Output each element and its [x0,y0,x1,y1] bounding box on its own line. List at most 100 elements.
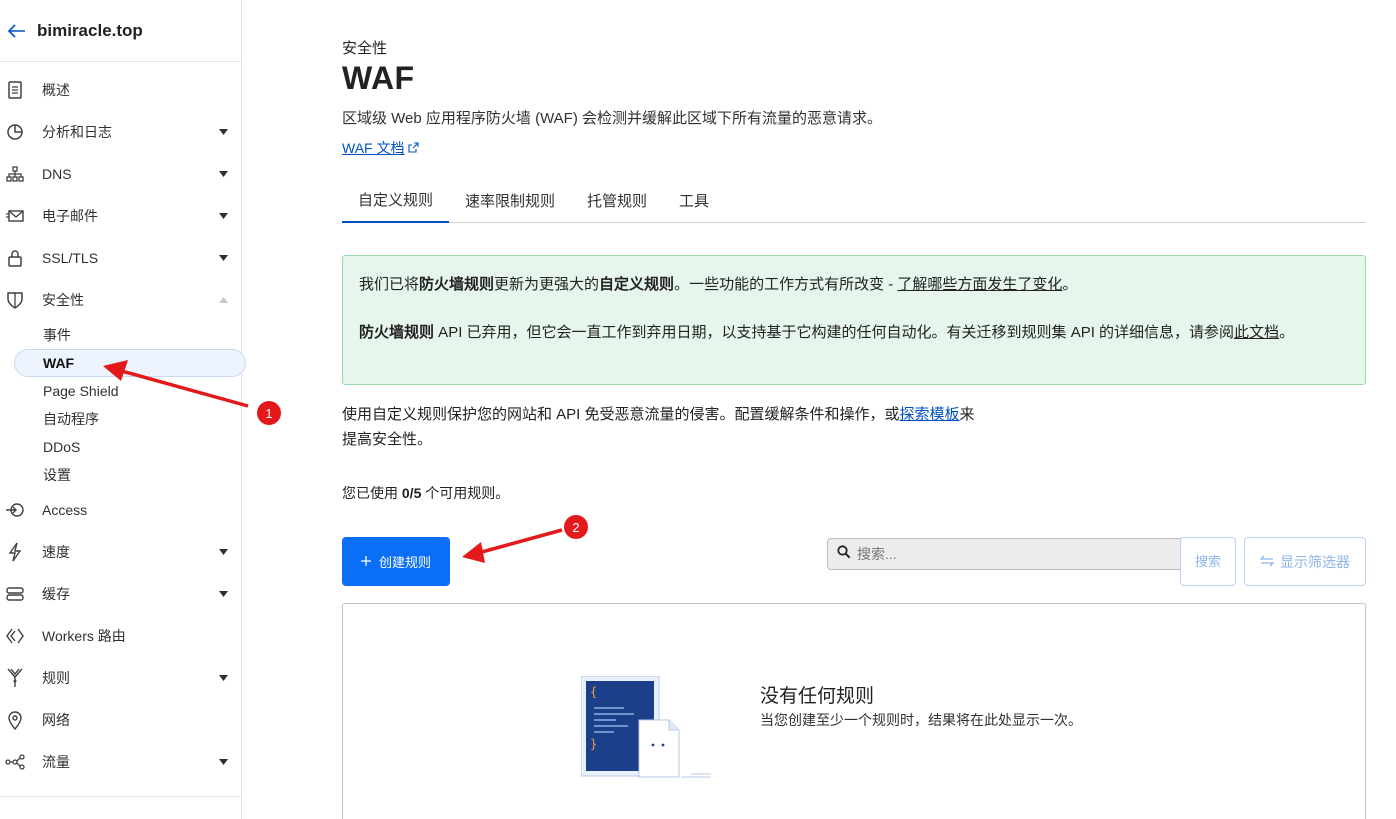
search-field[interactable] [827,538,1181,570]
intro-text: 使用自定义规则保护您的网站和 API 免受恶意流量的侵害。配置缓解条件和操作，或… [342,402,982,452]
sidebar-item-overview[interactable]: 概述 [0,69,241,111]
sidebar-item-traffic[interactable]: 流量 [0,741,241,783]
sidebar-item-label: 流量 [42,754,70,770]
notice-text: 。 [1279,324,1295,341]
sidebar-subitem-label: 事件 [43,327,71,343]
tab-tools[interactable]: 工具 [663,178,725,222]
network-icon [5,164,25,184]
notice-bold: 自定义规则 [599,276,675,293]
show-filters-button[interactable]: 显示筛选器 [1244,537,1366,586]
waf-docs-link[interactable]: WAF 文档 [342,138,420,158]
tab-bar: 自定义规则 速率限制规则 托管规则 工具 [342,178,1366,223]
sidebar-item-label: 速度 [42,544,70,560]
plus-icon [360,554,371,569]
swap-arrows-icon [1259,554,1275,570]
sidebar-item-label: SSL/TLS [42,250,99,266]
tab-custom-rules[interactable]: 自定义规则 [342,178,450,223]
search-input[interactable] [857,546,1157,562]
sidebar-item-label: 安全性 [42,292,84,308]
workers-icon [5,626,25,646]
notice-text: 更新为更强大的 [494,276,600,293]
page-title: WAF [342,60,415,96]
learn-changes-link[interactable]: 了解哪些方面发生了变化 [897,276,1062,293]
sidebar-subitem-events[interactable]: 事件 [0,321,241,349]
notice-text: 我们已将 [359,276,420,293]
create-rule-label: 创建规则 [378,555,431,570]
this-document-link[interactable]: 此文档 [1234,324,1279,341]
usage-suffix: 个可用规则。 [421,485,510,501]
sidebar-item-label: Workers 路由 [42,628,126,644]
search-button[interactable]: 搜索 [1180,537,1236,586]
create-rule-button[interactable]: 创建规则 [342,537,450,586]
sidebar-subitem-label: DDoS [43,439,81,455]
sidebar-subitem-label: WAF [43,355,75,371]
sidebar-item-label: Access [42,502,88,518]
usage-prefix: 您已使用 [342,485,402,501]
explore-templates-link[interactable]: 探索模板 [900,406,960,423]
chevron-down-icon [218,253,228,263]
breadcrumb: 安全性 [342,40,388,57]
sidebar-subitem-bots[interactable]: 自动程序 [0,405,241,433]
sidebar-item-label: 规则 [42,670,70,686]
chevron-down-icon [218,547,228,557]
document-icon [5,80,25,100]
annotation-badge-1: 1 [257,401,281,425]
sidebar-subitem-page-shield[interactable]: Page Shield [0,377,241,405]
sidebar-subitem-label: Page Shield [43,383,119,399]
migration-notice: 我们已将防火墙规则更新为更强大的自定义规则。一些功能的工作方式有所改变 - 了解… [342,255,1366,385]
sidebar-item-workers-routes[interactable]: Workers 路由 [0,615,241,657]
chevron-down-icon [218,127,228,137]
back-arrow-icon[interactable] [2,16,32,46]
notice-text: API 已弃用，但它会一直工作到弃用日期，以支持基于它构建的任何自动化。有关迁移… [434,324,1235,341]
sidebar-item-cache[interactable]: 缓存 [0,573,241,615]
empty-state-illustration: { } [580,675,716,785]
sidebar-item-analytics[interactable]: 分析和日志 [0,111,241,153]
notice-paragraph-1: 我们已将防火墙规则更新为更强大的自定义规则。一些功能的工作方式有所改变 - 了解… [359,273,1349,297]
sidebar-item-access[interactable]: Access [0,489,241,531]
sidebar-item-label: 电子邮件 [42,208,98,224]
sidebar-nav: 概述 分析和日志 DNS 电子邮件 SSL/TLS 安全性 事件 WAF Pag… [0,69,246,783]
annotation-arrow-2 [462,528,563,563]
show-filters-label: 显示筛选器 [1280,553,1350,570]
sidebar-subitem-ddos[interactable]: DDoS [0,433,241,461]
chevron-down-icon [218,169,228,179]
sidebar-item-network[interactable]: 网络 [0,699,241,741]
access-icon [5,500,25,520]
sidebar-subitem-label: 自动程序 [43,411,99,427]
intro-body: 使用自定义规则保护您的网站和 API 免受恶意流量的侵害。配置缓解条件和操作，或 [342,406,900,423]
waf-docs-link-text: WAF 文档 [342,140,405,156]
sidebar-header: bimiracle.top [0,0,241,62]
sidebar-item-speed[interactable]: 速度 [0,531,241,573]
lock-icon [5,248,25,268]
rules-icon [5,668,25,688]
sidebar-item-label: 概述 [42,82,70,98]
sidebar-item-dns[interactable]: DNS [0,153,241,195]
notice-bold: 防火墙规则 [419,276,495,293]
sidebar-item-rules[interactable]: 规则 [0,657,241,699]
chevron-down-icon [218,589,228,599]
chevron-down-icon [218,673,228,683]
annotation-badge-2: 2 [564,515,588,539]
external-link-icon [408,140,420,156]
notice-text: 。一些功能的工作方式有所改变 - [674,276,898,293]
email-icon [5,206,25,226]
sidebar-divider [0,796,241,797]
sidebar-item-security[interactable]: 安全性 [0,279,241,321]
chevron-down-icon [218,211,228,221]
sidebar-item-label: DNS [42,166,72,182]
storage-icon [5,584,25,604]
tab-rate-limiting-rules[interactable]: 速率限制规则 [449,178,571,222]
sidebar-item-label: 网络 [42,712,70,728]
empty-state-title: 没有任何规则 [760,686,875,707]
sidebar-subitem-waf[interactable]: WAF [0,349,246,377]
sidebar: bimiracle.top 概述 分析和日志 DNS 电子邮件 SSL/TLS [0,0,246,819]
sidebar-item-ssl-tls[interactable]: SSL/TLS [0,237,241,279]
lightning-icon [5,542,25,562]
sidebar-subitem-settings[interactable]: 设置 [0,461,241,489]
page-description: 区域级 Web 应用程序防火墙 (WAF) 会检测并缓解此区域下所有流量的恶意请… [342,110,883,127]
rules-list-empty: { } 没有任何规则 当您创建至少一个规则时，结果将在此处显示一次。 [342,603,1366,819]
sidebar-item-label: 分析和日志 [42,124,112,140]
sidebar-item-email[interactable]: 电子邮件 [0,195,241,237]
search-icon [837,544,851,564]
tab-managed-rules[interactable]: 托管规则 [571,178,663,222]
